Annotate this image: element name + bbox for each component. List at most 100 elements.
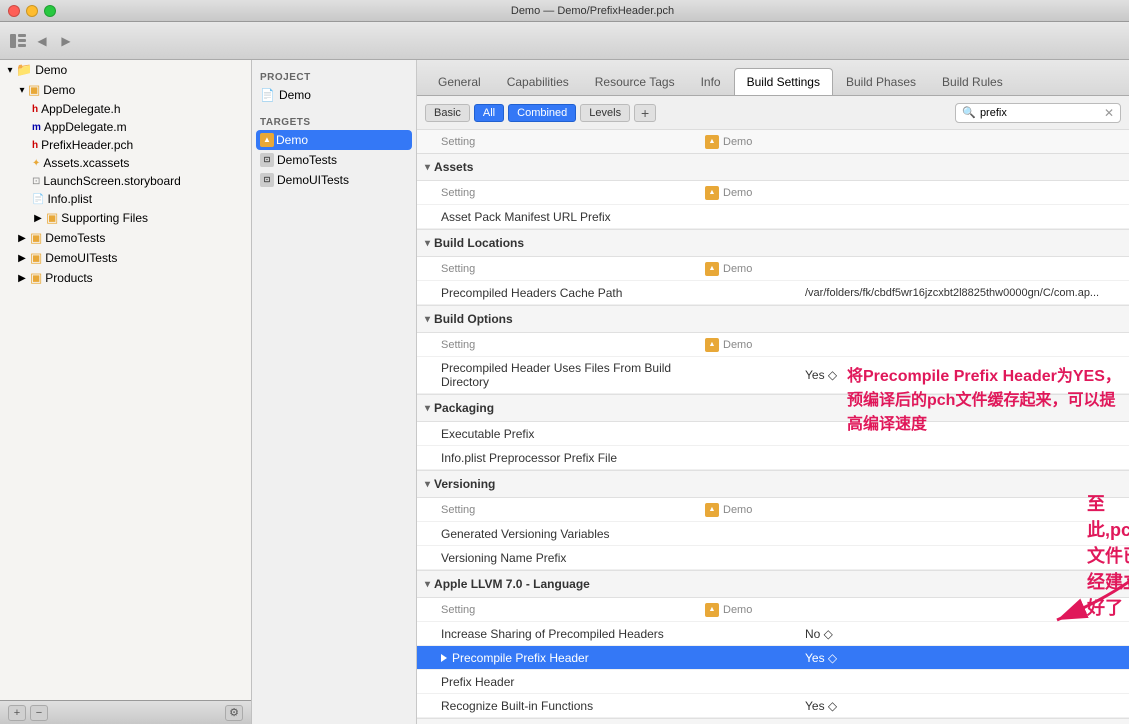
target-item-demouitests[interactable]: ⊡ DemoUITests bbox=[252, 170, 416, 190]
filter-combined-button[interactable]: Combined bbox=[508, 104, 576, 122]
window-title: Demo — Demo/PrefixHeader.pch bbox=[64, 5, 1121, 17]
section-header-versioning[interactable]: ▾ Versioning bbox=[417, 471, 1129, 498]
row-label-pch-cache: Precompiled Headers Cache Path bbox=[425, 286, 705, 300]
tab-bar: General Capabilities Resource Tags Info … bbox=[417, 60, 1129, 96]
sidebar-item-xcassets[interactable]: ✦ Assets.xcassets bbox=[0, 154, 251, 172]
row-label-generated-versioning: Generated Versioning Variables bbox=[425, 527, 705, 541]
sidebar-item-storyboard[interactable]: ⊡ LaunchScreen.storyboard bbox=[0, 172, 251, 190]
sidebar-item-demotests[interactable]: ▶ ▣ DemoTests bbox=[0, 228, 251, 248]
target-item-demotests[interactable]: ⊡ DemoTests bbox=[252, 150, 416, 170]
targets-section-header: TARGETS bbox=[252, 113, 416, 130]
search-input[interactable] bbox=[980, 107, 1100, 119]
tab-general[interactable]: General bbox=[425, 68, 494, 95]
section-header-llvm-language[interactable]: ▾ Apple LLVM 7.0 - Language bbox=[417, 571, 1129, 598]
sidebar-item-appdelegate-m[interactable]: m AppDelegate.m bbox=[0, 118, 251, 136]
row-value-precompile-prefix: Yes ◇ bbox=[805, 651, 1121, 665]
sidebar-bottom-bar: + − ⚙ bbox=[0, 700, 251, 724]
settings-content: Setting ▲ Demo ▾ Assets bbox=[417, 130, 1129, 724]
settings-row-pch-cache[interactable]: Precompiled Headers Cache Path /var/fold… bbox=[417, 281, 1129, 305]
section-header-build-options[interactable]: ▾ Build Options bbox=[417, 306, 1129, 333]
title-bar: Demo — Demo/PrefixHeader.pch bbox=[0, 0, 1129, 22]
disclosure-arrow: ▶ bbox=[16, 253, 28, 264]
sidebar-item-supporting-files[interactable]: ▶ ▣ Supporting Files bbox=[0, 208, 251, 228]
filter-all-button[interactable]: All bbox=[474, 104, 504, 122]
sidebar-item-appdelegate-h[interactable]: h AppDelegate.h bbox=[0, 100, 251, 118]
toolbar: ◀ ▶ bbox=[0, 22, 1129, 60]
row-label-setting: Setting bbox=[425, 187, 705, 199]
sidebar-item-demouitests[interactable]: ▶ ▣ DemoUITests bbox=[0, 248, 251, 268]
row-label-setting-bo: Setting bbox=[425, 339, 705, 351]
sidebar-label-demouitests: DemoUITests bbox=[45, 251, 117, 265]
sidebar-item-demo-folder[interactable]: ▾ ▣ Demo bbox=[0, 80, 251, 100]
sidebar-item-infoplist[interactable]: 📄 Info.plist bbox=[0, 190, 251, 208]
sidebar-label-prefixheader: PrefixHeader.pch bbox=[41, 138, 133, 152]
settings-row-asset-pack[interactable]: Asset Pack Manifest URL Prefix bbox=[417, 205, 1129, 229]
settings-row-generated-versioning[interactable]: Generated Versioning Variables bbox=[417, 522, 1129, 546]
search-box[interactable]: 🔍 ✕ bbox=[955, 103, 1121, 123]
settings-row-versioning-name-prefix[interactable]: Versioning Name Prefix bbox=[417, 546, 1129, 570]
sidebar-label-demo: Demo bbox=[43, 83, 75, 97]
project-navigator: PROJECT 📄 Demo TARGETS ▲ Demo ⊡ DemoTest… bbox=[252, 60, 417, 724]
row-demo-llvm: ▲ Demo bbox=[705, 603, 805, 617]
window-controls[interactable] bbox=[8, 5, 56, 17]
filter-basic-button[interactable]: Basic bbox=[425, 104, 470, 122]
search-icon: 🔍 bbox=[962, 106, 976, 119]
llvm-target-badge: ▲ bbox=[705, 603, 719, 617]
sidebar-item-prefixheader[interactable]: h PrefixHeader.pch bbox=[0, 136, 251, 154]
col-header-demo: ▲ Demo bbox=[705, 135, 805, 149]
section-title-build-locations: Build Locations bbox=[434, 236, 524, 250]
add-file-button[interactable]: + bbox=[8, 705, 26, 721]
row-value-increase-sharing: No ◇ bbox=[805, 627, 1121, 641]
clear-search-button[interactable]: ✕ bbox=[1104, 106, 1114, 120]
sidebar-toggle-icon[interactable] bbox=[8, 31, 28, 51]
settings-row-infoplist-preprocessor[interactable]: Info.plist Preprocessor Prefix File bbox=[417, 446, 1129, 470]
settings-row-pch-uses-build[interactable]: Precompiled Header Uses Files From Build… bbox=[417, 357, 1129, 394]
settings-row-precompile-prefix[interactable]: Precompile Prefix Header Yes ◇ bbox=[417, 646, 1129, 670]
section-arrow-packaging: ▾ bbox=[425, 403, 430, 414]
settings-row-executable-prefix[interactable]: Executable Prefix bbox=[417, 422, 1129, 446]
settings-section-assets: ▾ Assets Setting ▲ Demo Asset bbox=[417, 154, 1129, 230]
row-value-pch-uses-build: Yes ◇ bbox=[805, 368, 1121, 382]
target-item-demo[interactable]: ▲ Demo bbox=[256, 130, 412, 150]
tab-resource-tags[interactable]: Resource Tags bbox=[582, 68, 688, 95]
row-label-pch-uses-build: Precompiled Header Uses Files From Build… bbox=[425, 361, 705, 389]
row-demo-bo: ▲ Demo bbox=[705, 338, 805, 352]
sidebar-item-demo-root[interactable]: ▾ 📁 Demo bbox=[0, 60, 251, 80]
row-value-pch-cache: /var/folders/fk/cbdf5wr16jzcxbt2l8825thw… bbox=[805, 287, 1121, 299]
section-title-build-options: Build Options bbox=[434, 312, 513, 326]
section-header-assets[interactable]: ▾ Assets bbox=[417, 154, 1129, 181]
sidebar-label-infoplist: Info.plist bbox=[47, 192, 92, 206]
nav-forward-icon[interactable]: ▶ bbox=[56, 31, 76, 51]
settings-section-llvm-preprocessing: ▾ Apple LLVM 7.0 - Preprocessing Setting… bbox=[417, 719, 1129, 724]
nav-back-icon[interactable]: ◀ bbox=[32, 31, 52, 51]
add-setting-button[interactable]: + bbox=[634, 104, 656, 122]
remove-file-button[interactable]: − bbox=[30, 705, 48, 721]
tab-info[interactable]: Info bbox=[688, 68, 734, 95]
settings-row-increase-sharing[interactable]: Increase Sharing of Precompiled Headers … bbox=[417, 622, 1129, 646]
demo-target-badge: ▲ bbox=[705, 135, 719, 149]
close-button[interactable] bbox=[8, 5, 20, 17]
section-arrow-build-locations: ▾ bbox=[425, 238, 430, 249]
sidebar-item-products[interactable]: ▶ ▣ Products bbox=[0, 268, 251, 288]
tab-capabilities[interactable]: Capabilities bbox=[494, 68, 582, 95]
tab-build-phases[interactable]: Build Phases bbox=[833, 68, 929, 95]
section-header-llvm-preprocessing[interactable]: ▾ Apple LLVM 7.0 - Preprocessing bbox=[417, 719, 1129, 724]
filter-levels-button[interactable]: Levels bbox=[580, 104, 630, 122]
maximize-button[interactable] bbox=[44, 5, 56, 17]
target-icon: ▲ bbox=[260, 133, 274, 147]
tab-build-rules[interactable]: Build Rules bbox=[929, 68, 1016, 95]
settings-row-prefix-header[interactable]: Prefix Header bbox=[417, 670, 1129, 694]
section-title-packaging: Packaging bbox=[434, 401, 494, 415]
row-label-increase-sharing: Increase Sharing of Precompiled Headers bbox=[425, 627, 705, 641]
section-header-packaging[interactable]: ▾ Packaging bbox=[417, 395, 1129, 422]
row-label-precompile-prefix: Precompile Prefix Header bbox=[425, 651, 705, 665]
options-button[interactable]: ⚙ bbox=[225, 705, 243, 721]
section-header-build-locations[interactable]: ▾ Build Locations bbox=[417, 230, 1129, 257]
row-label-setting-llvm: Setting bbox=[425, 604, 705, 616]
settings-row-recognize-builtin[interactable]: Recognize Built-in Functions Yes ◇ bbox=[417, 694, 1129, 718]
row-label-versioning-name-prefix: Versioning Name Prefix bbox=[425, 551, 705, 565]
project-item-demo[interactable]: 📄 Demo bbox=[252, 85, 416, 105]
settings-row-versioning-header: Setting ▲ Demo bbox=[417, 498, 1129, 522]
tab-build-settings[interactable]: Build Settings bbox=[734, 68, 833, 95]
minimize-button[interactable] bbox=[26, 5, 38, 17]
